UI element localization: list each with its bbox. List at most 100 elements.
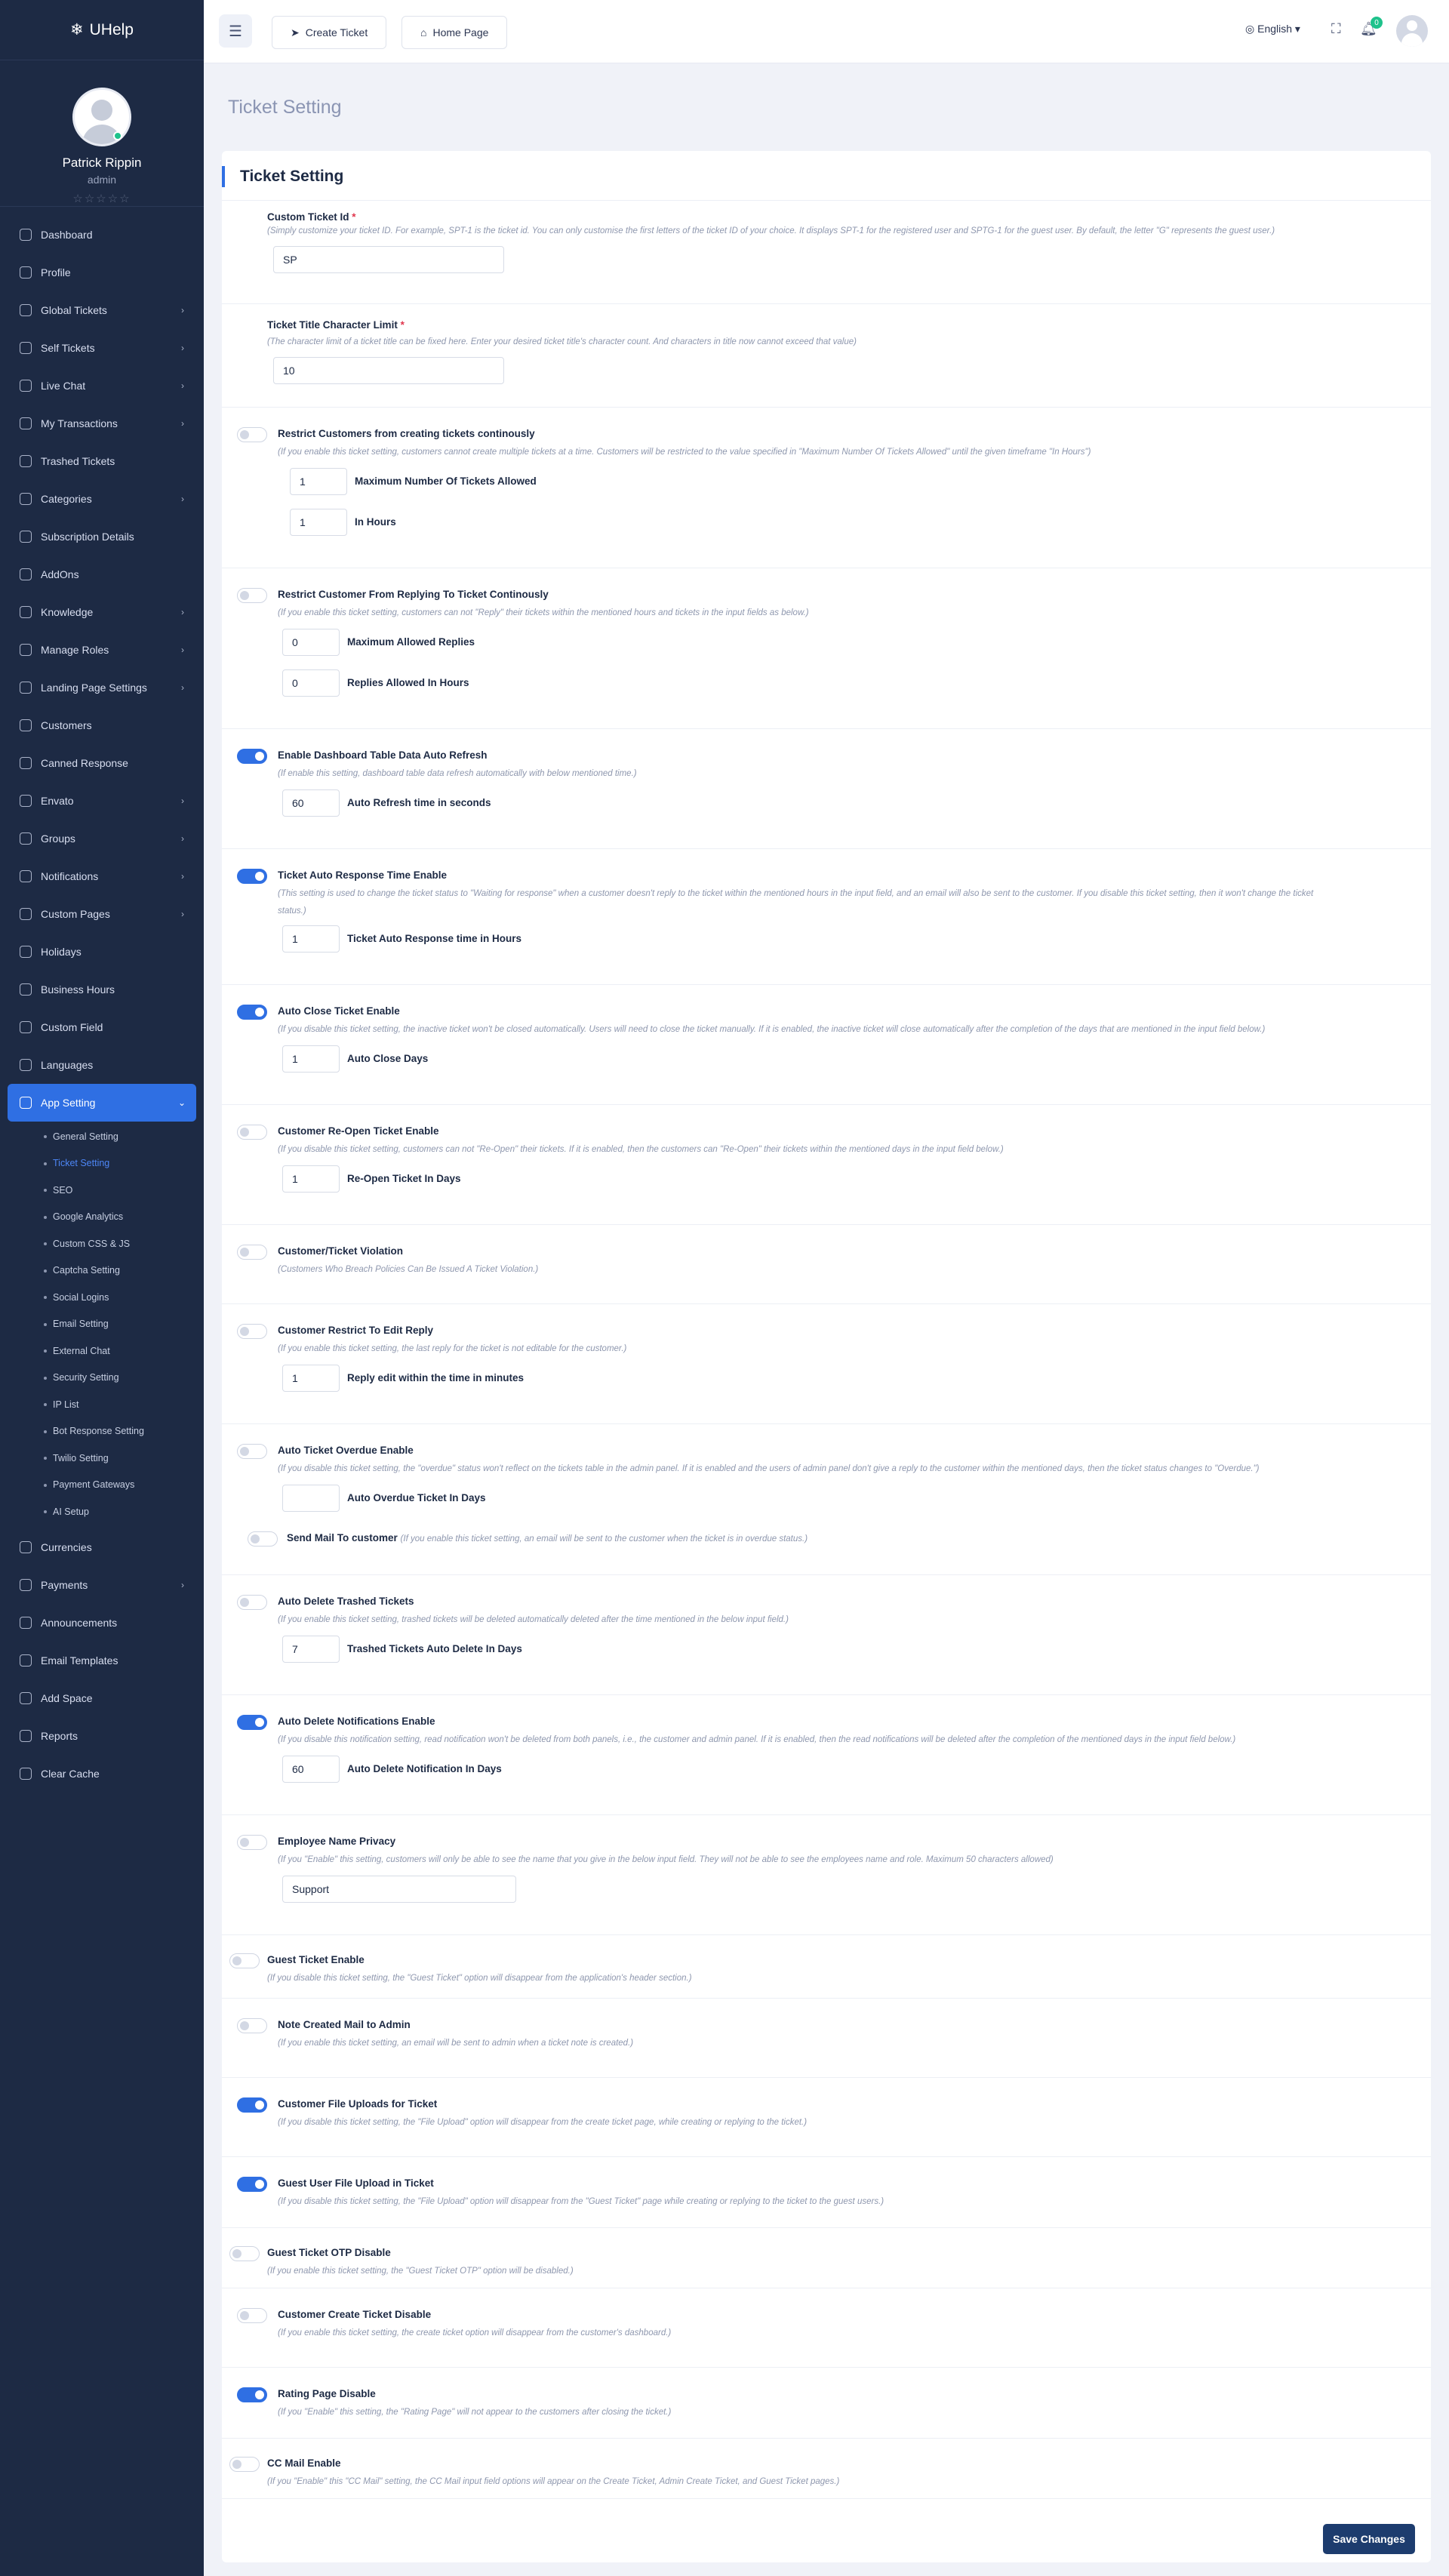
submenu-seo[interactable]: SEO	[44, 1177, 204, 1204]
cc-mail-toggle[interactable]	[229, 2457, 260, 2472]
sidebar-item-app-setting[interactable]: App Setting ⌄	[8, 1084, 196, 1122]
auto-delete-trash-input[interactable]: 7	[282, 1636, 340, 1663]
overdue-input[interactable]	[282, 1485, 340, 1512]
submenu-social-logins[interactable]: Social Logins	[44, 1284, 204, 1311]
menu-toggle-button[interactable]: ☰	[219, 14, 252, 48]
guest-ticket-toggle[interactable]	[229, 1953, 260, 1968]
sidebar-item-announcements[interactable]: Announcements	[0, 1604, 204, 1642]
sidebar-item-custom-field[interactable]: Custom Field	[0, 1008, 204, 1046]
sidebar-item-customers[interactable]: Customers	[0, 706, 204, 744]
rating-toggle[interactable]	[237, 2387, 267, 2402]
logo-text: UHelp	[89, 20, 134, 38]
reopen-input[interactable]: 1	[282, 1165, 340, 1193]
sidebar-item-clear-cache[interactable]: Clear Cache	[0, 1755, 204, 1793]
sidebar-item-categories[interactable]: Categories ›	[0, 480, 204, 518]
sidebar-item-self-tickets[interactable]: Self Tickets ›	[0, 329, 204, 367]
reopen-toggle[interactable]	[237, 1125, 267, 1140]
notification-badge: 0	[1371, 17, 1383, 29]
sidebar-item-label: Clear Cache	[41, 1767, 100, 1780]
note-mail-toggle[interactable]	[237, 2018, 267, 2033]
sidebar-item-payments[interactable]: Payments ›	[0, 1566, 204, 1604]
auto-response-input[interactable]: 1	[282, 925, 340, 953]
sidebar-item-landing-page-settings[interactable]: Landing Page Settings ›	[0, 669, 204, 706]
emp-privacy-input[interactable]: Support	[282, 1876, 516, 1903]
submenu-twilio-setting[interactable]: Twilio Setting	[44, 1445, 204, 1472]
submenu-general-setting[interactable]: General Setting	[44, 1123, 204, 1150]
caret-down-icon: ▾	[1294, 23, 1300, 35]
auto-refresh-toggle[interactable]	[237, 749, 267, 764]
sidebar-item-global-tickets[interactable]: Global Tickets ›	[0, 291, 204, 329]
sidebar-item-holidays[interactable]: Holidays	[0, 933, 204, 971]
guest-otp-toggle[interactable]	[229, 2246, 260, 2261]
sidebar-item-email-templates[interactable]: Email Templates	[0, 1642, 204, 1679]
custom-ticket-id-input[interactable]: SP	[273, 246, 504, 273]
restrict-edit-toggle[interactable]	[237, 1324, 267, 1339]
sidebar-item-canned-response[interactable]: Canned Response	[0, 744, 204, 782]
create-disable-toggle[interactable]	[237, 2308, 267, 2323]
emp-privacy-toggle[interactable]	[237, 1835, 267, 1850]
replies-hours-input[interactable]: 0	[282, 669, 340, 697]
submenu-ticket-setting[interactable]: Ticket Setting	[44, 1150, 204, 1177]
sidebar-item-notifications[interactable]: Notifications ›	[0, 857, 204, 895]
auto-refresh-input[interactable]: 60	[282, 789, 340, 817]
submenu-security-setting[interactable]: Security Setting	[44, 1365, 204, 1392]
restrict-reply-toggle[interactable]	[237, 588, 267, 603]
auto-close-input[interactable]: 1	[282, 1045, 340, 1073]
sidebar-item-currencies[interactable]: Currencies	[0, 1528, 204, 1566]
title-limit-input[interactable]: 10	[273, 357, 504, 384]
user-avatar-button[interactable]	[1396, 15, 1428, 47]
sidebar-item-manage-roles[interactable]: Manage Roles ›	[0, 631, 204, 669]
sidebar-item-envato[interactable]: Envato ›	[0, 782, 204, 820]
sidebar-item-addons[interactable]: AddOns	[0, 556, 204, 593]
submenu-payment-gateways[interactable]: Payment Gateways	[44, 1472, 204, 1499]
violation-toggle[interactable]	[237, 1245, 267, 1260]
submenu-bot-response-setting[interactable]: Bot Response Setting	[44, 1418, 204, 1445]
auto-response-toggle[interactable]	[237, 869, 267, 884]
submenu-captcha-setting[interactable]: Captcha Setting	[44, 1257, 204, 1285]
file-uploads-toggle[interactable]	[237, 2097, 267, 2113]
sidebar-item-trashed-tickets[interactable]: Trashed Tickets	[0, 442, 204, 480]
sidebar-item-custom-pages[interactable]: Custom Pages ›	[0, 895, 204, 933]
submenu-ip-list[interactable]: IP List	[44, 1391, 204, 1418]
sidebar-item-add-space[interactable]: Add Space	[0, 1679, 204, 1717]
sidebar-item-knowledge[interactable]: Knowledge ›	[0, 593, 204, 631]
sidebar-item-reports[interactable]: Reports	[0, 1717, 204, 1755]
submenu-google-analytics[interactable]: Google Analytics	[44, 1204, 204, 1231]
in-hours-input[interactable]: 1	[290, 509, 347, 536]
home-page-button[interactable]: ⌂ Home Page	[401, 16, 508, 49]
guest-ticket-desc: (If you disable this ticket setting, the…	[267, 1974, 692, 1983]
sidebar-item-subscription-details[interactable]: Subscription Details	[0, 518, 204, 556]
create-ticket-button[interactable]: ➤ Create Ticket	[272, 16, 387, 49]
sidebar-item-dashboard[interactable]: Dashboard	[0, 216, 204, 254]
overdue-toggle[interactable]	[237, 1444, 267, 1459]
sidebar-item-groups[interactable]: Groups ›	[0, 820, 204, 857]
restrict-edit-input[interactable]: 1	[282, 1365, 340, 1392]
max-replies-input[interactable]: 0	[282, 629, 340, 656]
overdue-desc: (If you disable this ticket setting, the…	[278, 1464, 1260, 1473]
avatar[interactable]	[72, 88, 131, 146]
sidebar-item-business-hours[interactable]: Business Hours	[0, 971, 204, 1008]
restrict-create-toggle[interactable]	[237, 427, 267, 442]
submenu-external-chat[interactable]: External Chat	[44, 1337, 204, 1365]
sidebar-item-label: App Setting	[41, 1097, 96, 1109]
sidebar-item-live-chat[interactable]: Live Chat ›	[0, 367, 204, 405]
max-tickets-input[interactable]: 1	[290, 468, 347, 495]
auto-delete-notif-toggle[interactable]	[237, 1715, 267, 1730]
submenu-custom-css-js[interactable]: Custom CSS & JS	[44, 1230, 204, 1257]
auto-delete-trash-toggle[interactable]	[237, 1595, 267, 1610]
language-selector[interactable]: ◎ English ▾	[1245, 23, 1300, 35]
submenu-email-setting[interactable]: Email Setting	[44, 1311, 204, 1338]
sidebar-item-languages[interactable]: Languages	[0, 1046, 204, 1084]
overdue-mail-toggle[interactable]	[248, 1531, 278, 1547]
sidebar-item-my-transactions[interactable]: My Transactions ›	[0, 405, 204, 442]
auto-delete-notif-input[interactable]: 60	[282, 1756, 340, 1783]
sidebar-item-label: Canned Response	[41, 757, 128, 769]
submenu-ai-setup[interactable]: AI Setup	[44, 1498, 204, 1525]
save-changes-button[interactable]: Save Changes	[1323, 2524, 1415, 2554]
sidebar-item-profile[interactable]: Profile	[0, 254, 204, 291]
auto-close-toggle[interactable]	[237, 1005, 267, 1020]
logo[interactable]: ❄ UHelp	[0, 0, 204, 60]
wallet-icon	[20, 417, 32, 429]
guest-upload-toggle[interactable]	[237, 2177, 267, 2192]
fullscreen-icon[interactable]: ⛶	[1331, 21, 1341, 37]
